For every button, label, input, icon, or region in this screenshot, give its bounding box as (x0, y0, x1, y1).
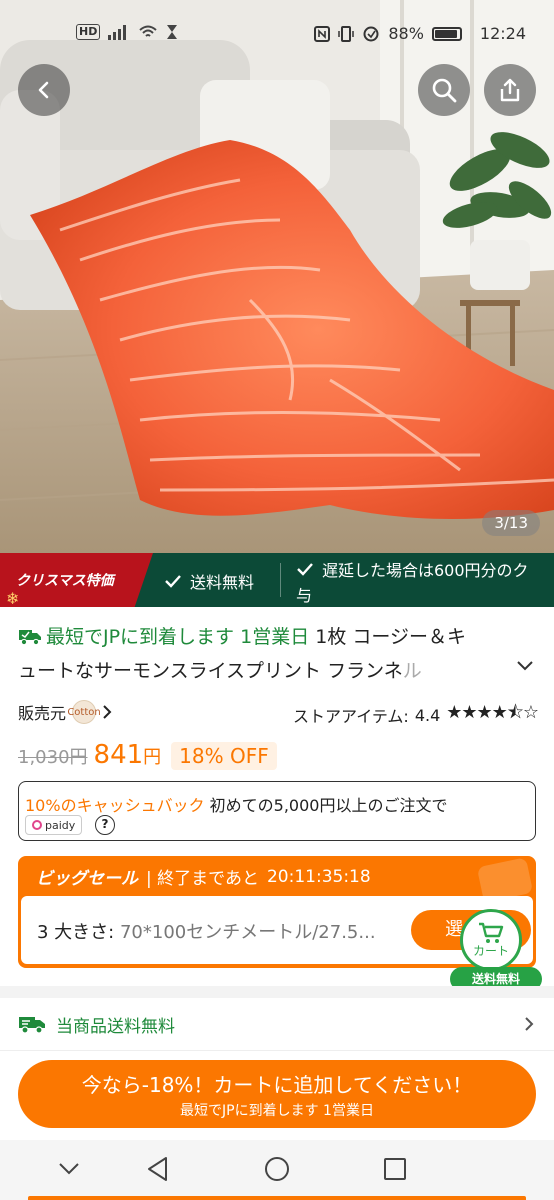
seller-label: 販売元 (18, 704, 67, 723)
cashback-box[interactable]: 10%のキャッシュバック 初めての5,000円以上のご注文で paidy ? (18, 781, 536, 841)
big-sale-countdown: 20:11:35:18 (266, 866, 371, 887)
current-price: 841 (93, 740, 144, 770)
shipping-info-text: 当商品送料無料 (56, 1017, 175, 1037)
checkmark-icon (297, 563, 313, 576)
delay-credit-note: 遅延した場合は600円分のク (296, 557, 529, 581)
cart-button[interactable]: カート (460, 909, 522, 971)
promo-banner[interactable]: クリスマス特価 ❄ 送料無料 遅延した場合は600円分のク 与 (0, 553, 554, 607)
help-icon[interactable]: ? (95, 815, 115, 835)
share-icon (500, 78, 520, 102)
vibrate-icon (338, 25, 355, 42)
size-row: 3 大きさ: 70*100センチメートル/27.5... (37, 918, 376, 944)
cashback-text: 10%のキャッシュバック 初めての5,000円以上のご注文で (25, 792, 447, 816)
paidy-logo-icon (32, 820, 42, 830)
clock: 12:24 (479, 24, 526, 43)
free-shipping-text: 送料無料 (190, 573, 255, 592)
battery-percent: 88% (388, 24, 424, 43)
currency: 円 (143, 747, 162, 768)
xmas-sale-label: クリスマス特価 (16, 573, 114, 589)
signal-icon (108, 25, 127, 40)
store-rating[interactable]: ストアアイテム: 4.4 ★★★★⯪☆ (293, 700, 539, 730)
image-page-counter: 3/13 (482, 510, 540, 536)
back-button[interactable] (18, 64, 70, 116)
store-items-label: ストアアイテム: (293, 707, 409, 726)
cashback-condition: 初めての5,000円以上のご注文で (204, 796, 448, 815)
truck-icon (19, 630, 41, 646)
add-to-cart-delivery: 最短でJPに到着します 1営業日 (180, 1103, 374, 1119)
title-line2: ュートなサーモンスライスプリント フランネ (18, 660, 403, 682)
big-sale-title: ビッグセール (36, 869, 138, 889)
search-icon (432, 78, 457, 103)
battery-icon (431, 26, 462, 41)
cart-icon (479, 922, 504, 943)
store-rating-value: 4.4 (414, 705, 441, 725)
nav-home-icon[interactable] (264, 1156, 290, 1182)
star-icon: ★★★★⯪☆ (446, 702, 539, 723)
big-sale-panel: ビッグセール | 終了まであと 20:11:35:18 3 大きさ: 70*10… (18, 856, 536, 968)
cashback-highlight: 10%のキャッシュバック (25, 796, 205, 815)
chevron-right-icon (103, 705, 112, 719)
status-bar: HD 88% 12:24 (0, 20, 554, 50)
data-saver-icon (363, 26, 379, 41)
delay-text-line2: 与 (296, 586, 313, 605)
chevron-down-icon[interactable] (516, 660, 534, 672)
share-button[interactable] (484, 64, 536, 116)
title-line1: 1枚 コージー＆キ (315, 626, 466, 648)
add-to-cart-label: 今なら-18%！カートに追加してください！ (81, 1073, 473, 1097)
bottom-edge-sliver (28, 1196, 526, 1200)
nfc-icon (314, 25, 331, 42)
ornament-icon: ❄ (6, 589, 20, 607)
paidy-label: paidy (45, 818, 76, 832)
hourglass-icon (167, 25, 178, 39)
product-title[interactable]: 最短でJPに到着します 1営業日 1枚 コージー＆キ ュートなサーモンスライスプ… (18, 620, 518, 688)
big-sale-ends-label: | 終了まであと (146, 869, 259, 889)
seller-row: 販売元 Cotton ストアアイテム: 4.4 ★★★★⯪☆ (18, 697, 539, 730)
back-icon (38, 81, 49, 99)
checkmark-icon (165, 575, 181, 588)
seller-logo: Cotton (67, 700, 101, 724)
wifi-icon (139, 25, 158, 37)
delay-text-line1: 遅延した場合は600円分のク (322, 561, 529, 580)
size-prefix: 3 大きさ: (37, 922, 115, 943)
system-nav-bar (0, 1140, 554, 1200)
add-to-cart-button[interactable]: 今なら-18%！カートに追加してください！ 最短でJPに到着します 1営業日 (18, 1060, 536, 1128)
network-badge: HD (76, 24, 101, 40)
nav-collapse-icon[interactable] (58, 1162, 80, 1176)
seller-link[interactable]: 販売元 Cotton (18, 700, 112, 724)
price-row: 1,030円 841 円 18% OFF (18, 740, 277, 776)
chevron-right-icon (525, 1017, 534, 1031)
search-button[interactable] (418, 64, 470, 116)
cart-label: カート (472, 943, 509, 958)
paidy-badge: paidy (25, 815, 83, 835)
salmon-blanket-photo (0, 0, 554, 553)
section-divider (0, 986, 554, 998)
size-value: 70*100センチメートル/27.5... (119, 922, 376, 943)
size-selector[interactable]: 3 大きさ: 70*100センチメートル/27.5... 選 (21, 896, 533, 964)
cart-fab[interactable]: カート 送料無料 (450, 909, 542, 991)
free-shipping-badge: 送料無料 (164, 569, 254, 593)
nav-back-icon[interactable] (146, 1156, 170, 1182)
shipping-info-row[interactable]: 当商品送料無料 (0, 998, 554, 1050)
nav-recents-icon[interactable] (383, 1157, 407, 1181)
product-image-gallery[interactable]: HD 88% 12:24 3/13 (0, 0, 554, 553)
original-price: 1,030円 (18, 747, 88, 768)
truck-icon (19, 1017, 45, 1034)
banner-divider (280, 563, 281, 597)
big-sale-header: ビッグセール | 終了まであと 20:11:35:18 (36, 864, 371, 890)
discount-badge: 18% OFF (171, 742, 277, 770)
delivery-badge: 最短でJPに到着します 1営業日 (46, 626, 310, 648)
title-line2-fade: ル (402, 660, 422, 682)
